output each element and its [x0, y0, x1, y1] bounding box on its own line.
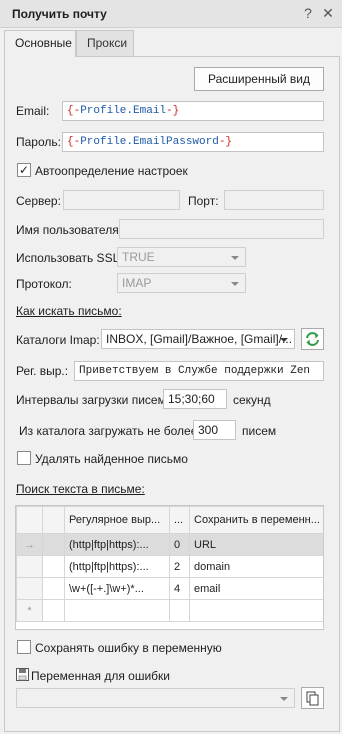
table-cell[interactable]	[64, 599, 170, 622]
save-error-checkbox[interactable]	[17, 640, 31, 654]
refresh-icon	[306, 332, 319, 346]
delete-found-checkbox[interactable]	[17, 451, 31, 465]
tab-proxy[interactable]: Прокси	[76, 30, 134, 56]
table-cell-regex[interactable]: \w+([-+.]\w+)*...	[64, 577, 170, 600]
table-cell-regex[interactable]: (http|ftp|https):...	[64, 533, 170, 556]
server-field[interactable]	[63, 190, 180, 210]
table-cell[interactable]	[42, 577, 65, 600]
autodetect-checkbox[interactable]: ✓	[17, 163, 31, 177]
port-field[interactable]	[224, 190, 324, 210]
row-header	[16, 577, 43, 600]
text-search-section-title: Поиск текста в письме:	[16, 482, 145, 496]
password-open-brace: {-	[67, 136, 81, 148]
search-section-title: Как искать письмо:	[16, 304, 122, 318]
error-variable-select[interactable]	[16, 688, 295, 708]
chevron-down-icon	[280, 338, 288, 342]
password-close-brace: -}	[218, 136, 233, 148]
imap-folders-value: INBOX, [Gmail]/Важное, [Gmail]/...	[106, 332, 293, 346]
table-cell-index[interactable]: 2	[169, 555, 190, 578]
tab-main[interactable]: Основные	[4, 30, 76, 57]
ssl-value: TRUE	[122, 250, 155, 264]
table-cell-regex[interactable]: (http|ftp|https):...	[64, 555, 170, 578]
regex-field[interactable]: Приветствуем в Службе поддержки Zen	[74, 361, 324, 381]
load-limit-unit: писем	[242, 424, 277, 438]
table-cell-index[interactable]: 4	[169, 577, 190, 600]
ssl-select[interactable]: TRUE	[117, 247, 246, 267]
table-cell[interactable]	[42, 555, 65, 578]
close-icon[interactable]: ✕	[320, 5, 336, 21]
table-row[interactable]: \w+([-+.]\w+)*... 4 email	[16, 577, 323, 600]
window-title: Получить почту	[12, 7, 107, 21]
delete-found-label: Удалять найденное письмо	[35, 452, 188, 466]
table-cell-index[interactable]: 0	[169, 533, 190, 556]
table-cell-variable[interactable]: domain	[189, 555, 323, 578]
email-open-brace: {-	[67, 105, 81, 117]
protocol-label: Протокол:	[16, 277, 72, 291]
load-limit-field[interactable]: 300	[193, 420, 236, 440]
table-row[interactable]: → (http|ftp|https):... 0 URL	[16, 533, 323, 556]
refresh-folders-button[interactable]	[301, 328, 324, 350]
imap-folders-label: Каталоги Imap:	[16, 333, 100, 347]
table-header-blank	[16, 506, 43, 534]
advanced-view-button[interactable]: Расширенный вид	[194, 67, 324, 91]
row-header	[16, 555, 43, 578]
password-field[interactable]: {-Profile.EmailPassword-}	[62, 132, 324, 152]
help-icon[interactable]: ?	[300, 5, 316, 21]
email-field[interactable]: {-Profile.Email-}	[62, 101, 324, 121]
table-row-new[interactable]: *	[16, 599, 323, 622]
username-field[interactable]	[119, 219, 324, 239]
table-header-index[interactable]: ...	[169, 506, 190, 534]
password-token: Profile.EmailPassword	[80, 136, 219, 148]
imap-folders-select[interactable]: INBOX, [Gmail]/Важное, [Gmail]/...	[101, 329, 295, 349]
table-cell[interactable]	[169, 599, 190, 622]
table-cell[interactable]	[42, 533, 65, 556]
table-cell-variable[interactable]: URL	[189, 533, 323, 556]
table-header-blank	[42, 506, 65, 534]
protocol-select[interactable]: IMAP	[117, 273, 246, 293]
autodetect-label: Автоопределение настроек	[35, 164, 188, 178]
copy-variable-button[interactable]	[301, 687, 324, 709]
load-limit-label: Из каталога загружать не более	[19, 424, 198, 438]
password-label: Пароль:	[16, 135, 61, 149]
table-header-regex[interactable]: Регулярное выр...	[64, 506, 170, 534]
port-label: Порт:	[188, 194, 219, 208]
ssl-label: Использовать SSL:	[16, 251, 123, 265]
error-variable-label: Переменная для ошибки	[31, 669, 170, 683]
intervals-field[interactable]: 15;30;60	[163, 389, 227, 409]
protocol-value: IMAP	[122, 276, 152, 290]
save-error-label: Сохранять ошибку в переменную	[35, 641, 222, 655]
regex-label: Рег. выр.:	[16, 364, 69, 378]
chevron-down-icon	[231, 256, 239, 260]
new-row-asterisk-icon: *	[16, 599, 43, 622]
table-cell[interactable]	[189, 599, 323, 622]
email-close-brace: -}	[166, 105, 180, 117]
chevron-down-icon	[280, 697, 288, 701]
email-label: Email:	[16, 104, 50, 118]
username-label: Имя пользователя:	[16, 223, 123, 237]
email-token: Profile.Email	[80, 105, 167, 117]
table-cell[interactable]	[42, 599, 65, 622]
table-row[interactable]: (http|ftp|https):... 2 domain	[16, 555, 323, 578]
chevron-down-icon	[231, 282, 239, 286]
current-row-arrow-icon: →	[16, 533, 43, 556]
copy-icon	[306, 691, 319, 706]
save-disk-icon	[16, 668, 29, 681]
regex-table[interactable]: Регулярное выр... ... Сохранить в переме…	[15, 505, 324, 630]
table-cell-variable[interactable]: email	[189, 577, 323, 600]
intervals-label: Интервалы загрузки писем:	[16, 393, 170, 407]
table-header-variable[interactable]: Сохранить в переменн...	[189, 506, 323, 534]
intervals-unit: секунд	[233, 393, 271, 407]
server-label: Сервер:	[16, 194, 61, 208]
